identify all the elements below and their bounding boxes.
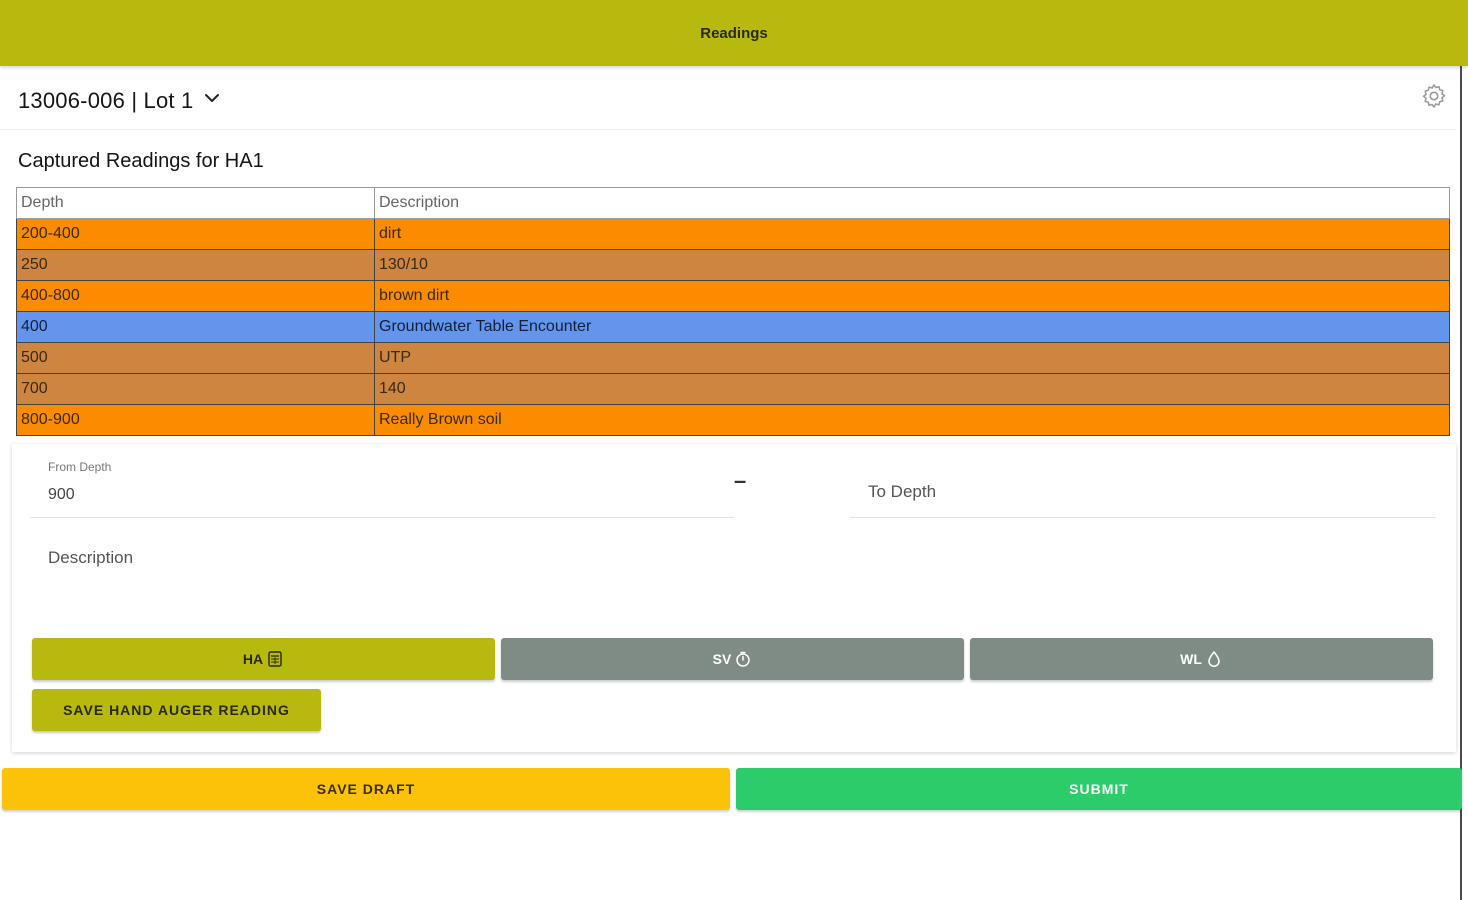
from-depth-input[interactable] xyxy=(48,486,648,504)
depth-cell: 250 xyxy=(16,249,375,281)
app-root: Readings 13006-006 | Lot 1 Captured Read… xyxy=(0,0,1468,900)
mode-ha-label: HA xyxy=(242,651,264,667)
mode-sv-label: SV xyxy=(712,651,732,667)
description-cell: dirt xyxy=(374,218,1450,250)
mode-ha-button[interactable]: HA xyxy=(32,638,495,680)
project-header: 13006-006 | Lot 1 xyxy=(0,72,1456,130)
project-selector[interactable]: 13006-006 | Lot 1 xyxy=(18,86,221,116)
depth-cell: 200-400 xyxy=(16,218,375,250)
description-cell: Groundwater Table Encounter xyxy=(374,311,1450,343)
from-depth-label: From Depth xyxy=(48,460,112,474)
to-depth-input[interactable] xyxy=(868,482,1368,502)
section-heading: Captured Readings for HA1 xyxy=(18,150,264,172)
depth-cell: 400-800 xyxy=(16,280,375,312)
table-row[interactable]: 250 130/10 xyxy=(16,249,1450,281)
depth-cell: 700 xyxy=(16,373,375,405)
column-header-description: Description xyxy=(374,187,1450,219)
app-bar: Readings xyxy=(0,0,1468,66)
reading-form-card: From Depth – HA SV xyxy=(12,444,1456,752)
depth-cell: 800-900 xyxy=(16,404,375,436)
mode-wl-button[interactable]: WL xyxy=(970,638,1433,680)
submit-button[interactable]: SUBMIT xyxy=(736,768,1462,810)
mode-wl-label: WL xyxy=(1180,651,1202,667)
depth-separator: – xyxy=(734,468,747,493)
save-draft-button[interactable]: SAVE DRAFT xyxy=(2,768,730,810)
depth-cell: 400 xyxy=(16,311,375,343)
mode-sv-button[interactable]: SV xyxy=(501,638,964,680)
table-row[interactable]: 400 Groundwater Table Encounter xyxy=(16,311,1450,343)
table-header-row: Depth Description xyxy=(16,187,1450,219)
description-input[interactable] xyxy=(48,548,1348,588)
description-cell: 140 xyxy=(374,373,1450,405)
from-depth-field[interactable]: From Depth xyxy=(30,454,734,518)
table-row[interactable]: 800-900 Really Brown soil xyxy=(16,404,1450,436)
project-title: 13006-006 | Lot 1 xyxy=(18,88,194,113)
description-cell: Really Brown soil xyxy=(374,404,1450,436)
description-cell: 130/10 xyxy=(374,249,1450,281)
readings-table: Depth Description 200-400 dirt 250 130/1… xyxy=(16,187,1450,436)
table-row[interactable]: 700 140 xyxy=(16,373,1450,405)
water-drop-icon xyxy=(1208,651,1220,667)
to-depth-field[interactable] xyxy=(850,454,1436,518)
table-row[interactable]: 400-800 brown dirt xyxy=(16,280,1450,312)
table-row[interactable]: 500 UTP xyxy=(16,342,1450,374)
description-field[interactable] xyxy=(30,540,1436,620)
description-cell: brown dirt xyxy=(374,280,1450,312)
app-bar-title: Readings xyxy=(700,24,768,42)
calculator-icon xyxy=(268,651,282,667)
column-header-depth: Depth xyxy=(16,187,375,219)
description-cell: UTP xyxy=(374,342,1450,374)
table-row[interactable]: 200-400 dirt xyxy=(16,218,1450,250)
save-hand-auger-reading-button[interactable]: SAVE HAND AUGER READING xyxy=(32,689,321,731)
depth-cell: 500 xyxy=(16,342,375,374)
timer-icon xyxy=(736,651,751,667)
gear-icon[interactable] xyxy=(1420,82,1448,110)
chevron-down-icon xyxy=(205,94,220,102)
